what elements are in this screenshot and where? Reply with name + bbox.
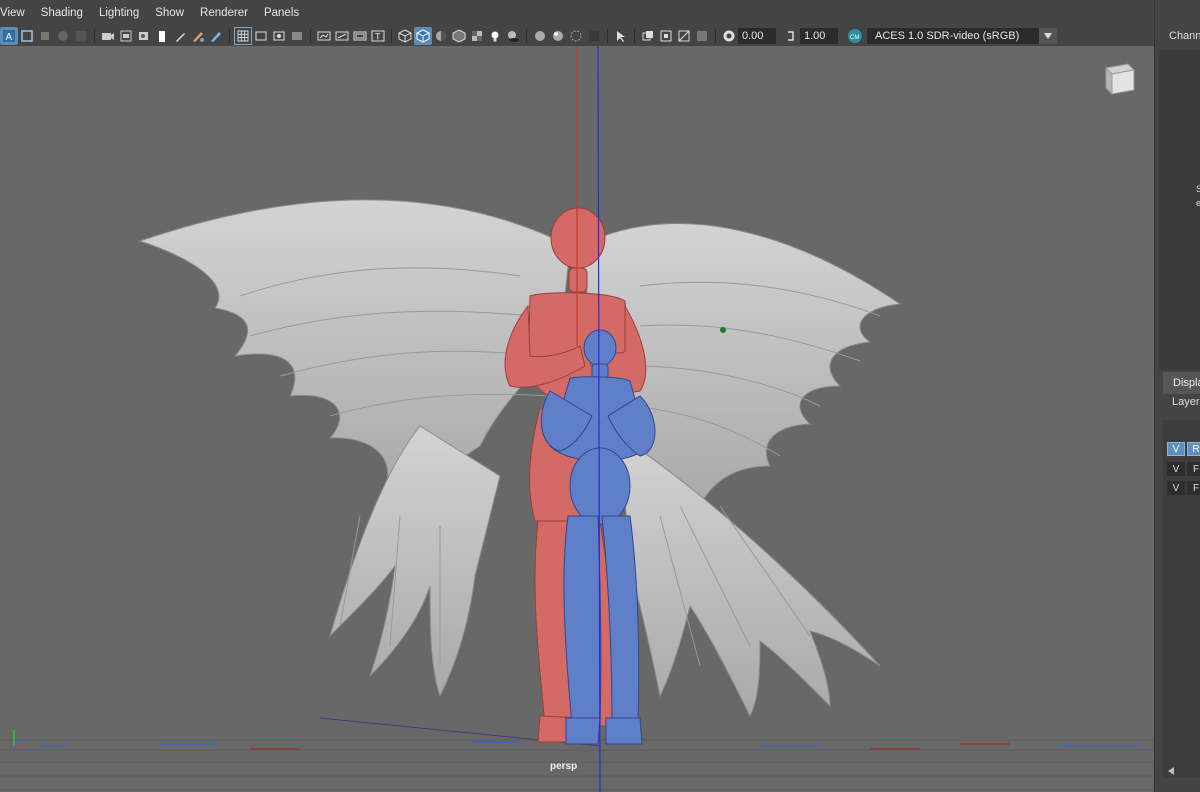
motion-blur-icon[interactable] bbox=[549, 27, 567, 45]
field-chart-icon[interactable] bbox=[315, 27, 333, 45]
xray-icon[interactable] bbox=[639, 27, 657, 45]
smooth-shade-icon[interactable] bbox=[414, 27, 432, 45]
lock-icon[interactable] bbox=[171, 27, 189, 45]
menu-show[interactable]: Show bbox=[147, 0, 192, 26]
panel-menubar: View Shading Lighting Show Renderer Pane… bbox=[0, 0, 1154, 26]
camera-icon[interactable] bbox=[99, 27, 117, 45]
menu-panels[interactable]: Panels bbox=[256, 0, 307, 26]
exposure-field[interactable] bbox=[738, 28, 776, 44]
resolution-gate-icon[interactable] bbox=[270, 27, 288, 45]
channel-box-title[interactable]: Channe bbox=[1169, 30, 1200, 42]
depth-of-field-icon[interactable] bbox=[585, 27, 603, 45]
toolbar-divider bbox=[229, 29, 230, 43]
frame-all-icon[interactable] bbox=[18, 27, 36, 45]
lights-icon[interactable] bbox=[486, 27, 504, 45]
grid-icon[interactable] bbox=[234, 27, 252, 45]
camera-attributes-icon[interactable] bbox=[153, 27, 171, 45]
pencil-icon[interactable] bbox=[207, 27, 225, 45]
wireframe-icon[interactable] bbox=[396, 27, 414, 45]
layer-visibility-toggle[interactable]: V bbox=[1167, 481, 1185, 495]
channel-box-text-s: S bbox=[1196, 184, 1200, 194]
frame-selection-icon[interactable] bbox=[36, 27, 54, 45]
image-plane-icon[interactable] bbox=[117, 27, 135, 45]
layer-type-toggle[interactable]: F bbox=[1187, 462, 1200, 476]
scroll-left-arrow-icon[interactable] bbox=[1166, 766, 1176, 776]
camera-name-label: persp bbox=[550, 761, 578, 772]
perspective-viewport[interactable]: persp bbox=[0, 46, 1154, 792]
tab-display[interactable]: Display bbox=[1163, 372, 1200, 394]
film-gate-icon[interactable] bbox=[252, 27, 270, 45]
backface-culling-icon[interactable] bbox=[693, 27, 711, 45]
default-material-icon[interactable] bbox=[432, 27, 450, 45]
origin-axes-gizmo bbox=[13, 730, 26, 747]
toolbar-divider bbox=[607, 29, 608, 43]
shade-wire-icon[interactable] bbox=[450, 27, 468, 45]
grid-toggle-icon[interactable] bbox=[72, 27, 90, 45]
gate-mask-icon[interactable] bbox=[288, 27, 306, 45]
safe-title-icon[interactable] bbox=[351, 27, 369, 45]
gamma-field[interactable] bbox=[800, 28, 838, 44]
viewport-scene bbox=[0, 46, 1154, 792]
isolate-select-icon[interactable] bbox=[612, 27, 630, 45]
menu-shading[interactable]: Shading bbox=[33, 0, 91, 26]
menu-lighting[interactable]: Lighting bbox=[91, 0, 147, 26]
chevron-down-icon bbox=[1039, 28, 1057, 44]
panel-toolbar: A T CM ACES 1.0 SDR-video (sRGB) bbox=[0, 26, 1154, 46]
text-icon[interactable]: T bbox=[369, 27, 387, 45]
channel-box-text-e: e bbox=[1196, 198, 1200, 208]
safe-action-icon[interactable] bbox=[333, 27, 351, 45]
menu-layers[interactable]: Layers bbox=[1172, 396, 1200, 408]
xray-components-icon[interactable] bbox=[675, 27, 693, 45]
shadows-icon[interactable] bbox=[504, 27, 522, 45]
textured-icon[interactable] bbox=[468, 27, 486, 45]
toolbar-divider bbox=[526, 29, 527, 43]
color-space-value: ACES 1.0 SDR-video (sRGB) bbox=[875, 30, 1020, 42]
menu-view[interactable]: View bbox=[0, 0, 33, 26]
xray-joints-icon[interactable] bbox=[657, 27, 675, 45]
svg-text:A: A bbox=[6, 32, 13, 43]
toolbar-divider bbox=[94, 29, 95, 43]
toolbar-divider bbox=[391, 29, 392, 43]
color-space-dropdown[interactable]: ACES 1.0 SDR-video (sRGB) bbox=[867, 28, 1057, 44]
angel-wings-model bbox=[138, 199, 902, 718]
menu-renderer[interactable]: Renderer bbox=[192, 0, 256, 26]
antialiasing-icon[interactable] bbox=[567, 27, 585, 45]
channel-box-area bbox=[1159, 50, 1200, 370]
bookmark-icon[interactable] bbox=[135, 27, 153, 45]
pivot-marker bbox=[720, 327, 726, 333]
select-camera-icon[interactable]: A bbox=[0, 27, 18, 45]
gamma-icon[interactable] bbox=[782, 27, 800, 45]
exposure-icon[interactable] bbox=[720, 27, 738, 45]
right-dock-panel: Channe S e Display Layers V R V F V F bbox=[1154, 0, 1200, 792]
sphere-icon[interactable] bbox=[54, 27, 72, 45]
svg-text:CM: CM bbox=[850, 35, 859, 41]
grease-pencil-icon[interactable] bbox=[189, 27, 207, 45]
toolbar-divider bbox=[715, 29, 716, 43]
layer-type-toggle[interactable]: R bbox=[1187, 442, 1200, 456]
layer-type-toggle[interactable]: F bbox=[1187, 481, 1200, 495]
ambient-occlusion-icon[interactable] bbox=[531, 27, 549, 45]
svg-text:T: T bbox=[375, 32, 381, 42]
color-management-icon[interactable]: CM bbox=[846, 27, 864, 45]
toolbar-divider bbox=[634, 29, 635, 43]
layer-visibility-toggle[interactable]: V bbox=[1167, 462, 1185, 476]
layer-visibility-toggle[interactable]: V bbox=[1167, 442, 1185, 456]
toolbar-divider bbox=[310, 29, 311, 43]
